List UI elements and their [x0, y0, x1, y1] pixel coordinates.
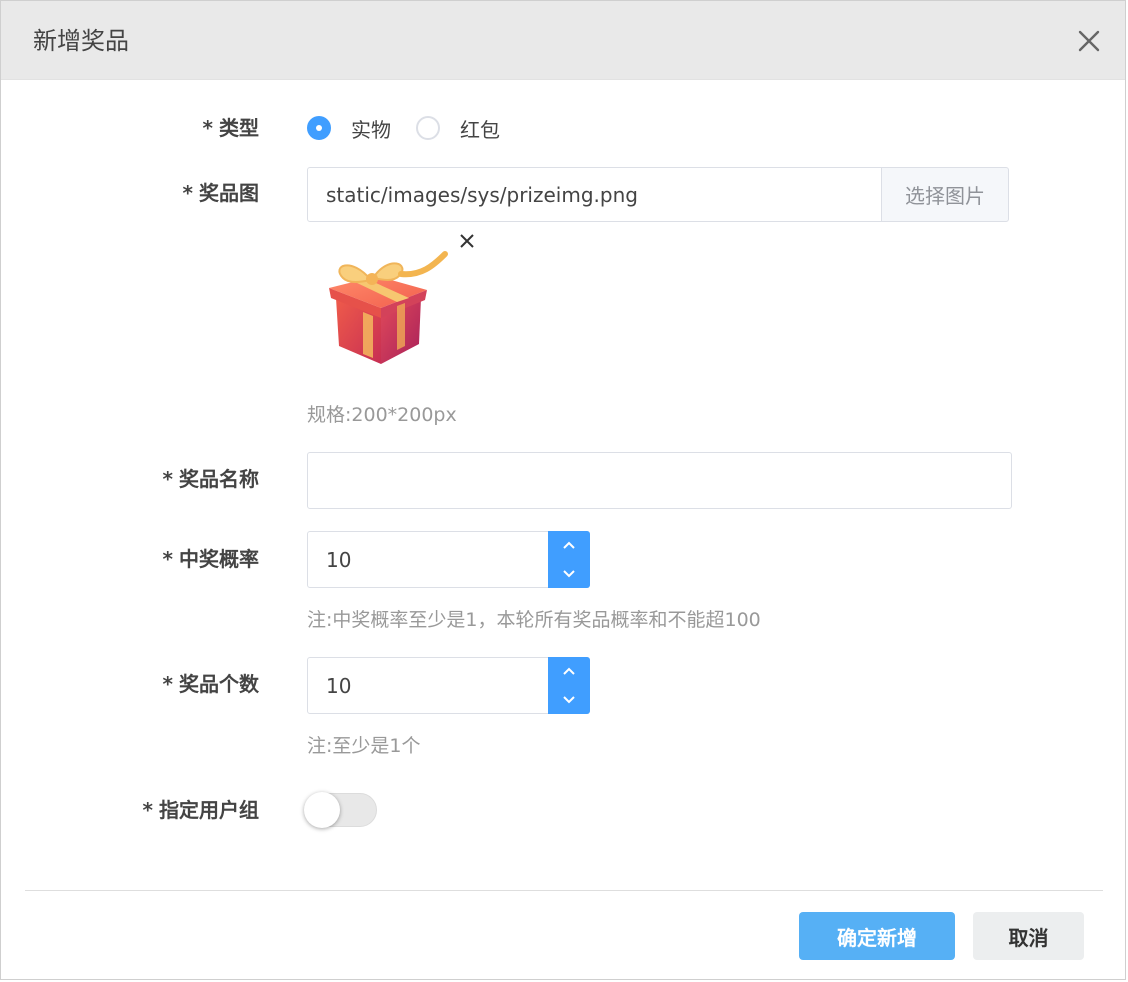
user-group-label: * 指定用户组: [143, 796, 259, 824]
footer-divider: [25, 890, 1103, 891]
remove-image-button[interactable]: [458, 232, 476, 250]
toggle-knob: [304, 792, 340, 828]
user-group-label-text: 指定用户组: [159, 798, 259, 822]
radio-checked-icon: [307, 116, 331, 140]
dialog-title: 新增奖品: [33, 27, 129, 55]
dialog-header: 新增奖品: [1, 1, 1125, 80]
prize-name-input[interactable]: [307, 452, 1012, 509]
win-rate-spinner: [548, 531, 590, 588]
close-icon: [460, 234, 474, 248]
confirm-add-button[interactable]: 确定新增: [799, 912, 955, 960]
radio-unchecked-icon: [416, 116, 440, 140]
prize-count-increase-button[interactable]: [548, 657, 590, 685]
type-radio-physical-label: 实物: [351, 117, 391, 142]
chevron-down-icon: [563, 570, 575, 578]
prize-image-path-input[interactable]: [307, 167, 882, 222]
type-label: * 类型: [203, 114, 259, 142]
type-label-text: 类型: [219, 116, 259, 140]
prize-count-number-input: [307, 657, 590, 714]
type-radio-red-packet-label: 红包: [460, 117, 500, 142]
type-radio-red-packet[interactable]: 红包: [416, 114, 500, 142]
prize-image-hint: 规格:200*200px: [307, 404, 457, 426]
prize-count-spinner: [548, 657, 590, 714]
prize-name-label: * 奖品名称: [163, 465, 259, 493]
close-button[interactable]: [1075, 27, 1103, 55]
win-rate-label: * 中奖概率: [163, 545, 259, 573]
win-rate-number-input: [307, 531, 590, 588]
gift-box-icon: [329, 251, 448, 364]
prize-name-label-text: 奖品名称: [179, 467, 259, 491]
prize-count-label: * 奖品个数: [163, 670, 259, 698]
required-mark: *: [162, 547, 173, 571]
add-prize-dialog: 新增奖品 *类型 实物 红包 *奖品图 选择图片: [0, 0, 1126, 980]
type-radio-physical[interactable]: 实物: [307, 114, 391, 142]
user-group-toggle[interactable]: [304, 792, 377, 828]
win-rate-increase-button[interactable]: [548, 531, 590, 559]
prize-image-label: * 奖品图: [183, 179, 259, 207]
required-mark: *: [162, 672, 173, 696]
prize-count-label-text: 奖品个数: [179, 672, 259, 696]
required-mark: *: [162, 467, 173, 491]
close-icon: [1078, 30, 1100, 52]
chevron-up-icon: [563, 541, 575, 549]
win-rate-decrease-button[interactable]: [548, 560, 590, 588]
required-mark: *: [142, 798, 153, 822]
choose-image-button[interactable]: 选择图片: [881, 167, 1009, 222]
chevron-down-icon: [563, 696, 575, 704]
required-mark: *: [182, 181, 193, 205]
required-mark: *: [202, 116, 213, 140]
prize-count-decrease-button[interactable]: [548, 686, 590, 714]
cancel-button[interactable]: 取消: [973, 912, 1084, 960]
prize-count-hint: 注:至少是1个: [307, 735, 421, 757]
chevron-up-icon: [563, 667, 575, 675]
prize-image-label-text: 奖品图: [199, 181, 259, 205]
win-rate-label-text: 中奖概率: [179, 547, 259, 571]
win-rate-hint: 注:中奖概率至少是1，本轮所有奖品概率和不能超100: [307, 609, 761, 631]
